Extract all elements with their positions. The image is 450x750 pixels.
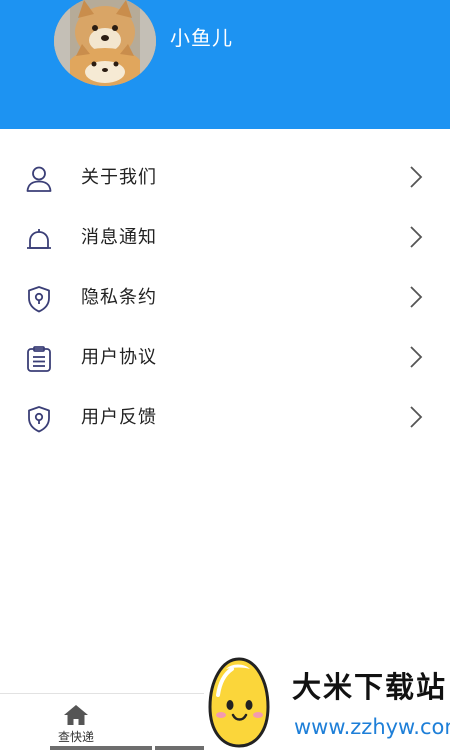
chevron-right-icon — [405, 164, 427, 190]
nav-indicator — [50, 746, 152, 750]
shield-icon — [24, 404, 54, 434]
home-icon — [63, 704, 89, 726]
menu-item-label: 隐私条约 — [81, 287, 157, 308]
nav-indicator — [155, 746, 205, 750]
watermark-url: www.zzhyw.com — [294, 715, 450, 739]
settings-menu: 关于我们 消息通知 隐私条约 用户协议 用户反馈 — [0, 148, 450, 448]
chevron-right-icon — [405, 224, 427, 250]
menu-item-about-us[interactable]: 关于我们 — [0, 148, 450, 208]
username: 小鱼儿 — [170, 26, 233, 50]
chevron-right-icon — [405, 284, 427, 310]
menu-item-label: 关于我们 — [81, 167, 157, 188]
profile-header: 小鱼儿 — [0, 0, 450, 129]
mascot-logo-icon — [204, 655, 274, 750]
menu-item-label: 用户协议 — [81, 347, 157, 368]
menu-item-privacy-policy[interactable]: 隐私条约 — [0, 268, 450, 328]
menu-item-user-feedback[interactable]: 用户反馈 — [0, 388, 450, 448]
chevron-right-icon — [405, 404, 427, 430]
avatar[interactable] — [54, 0, 156, 86]
clipboard-icon — [24, 344, 54, 374]
shield-icon — [24, 284, 54, 314]
menu-item-notifications[interactable]: 消息通知 — [0, 208, 450, 268]
menu-item-label: 消息通知 — [81, 227, 157, 248]
menu-item-user-agreement[interactable]: 用户协议 — [0, 328, 450, 388]
tab-track-express[interactable]: 查快递 — [50, 694, 102, 750]
bell-icon — [24, 224, 54, 254]
chevron-right-icon — [405, 344, 427, 370]
user-icon — [24, 164, 54, 194]
menu-item-label: 用户反馈 — [81, 407, 157, 428]
watermark-title: 大米下载站 — [292, 670, 448, 704]
settings-page: 小鱼儿 关于我们 消息通知 隐私条约 用户协议 用户反馈 查快递 大米下载站 w… — [0, 0, 450, 750]
watermark: 大米下载站 www.zzhyw.com — [204, 655, 450, 750]
tab-label: 查快递 — [57, 730, 94, 744]
